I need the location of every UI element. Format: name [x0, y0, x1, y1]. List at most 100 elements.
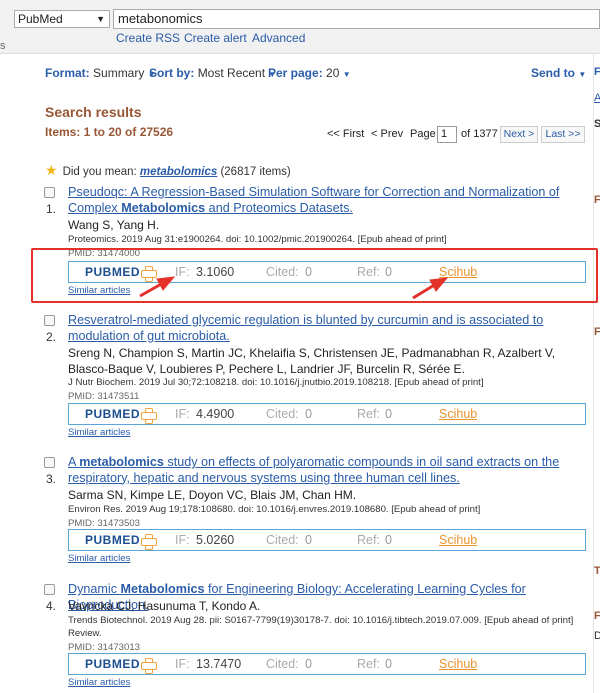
- ref-label: Ref:: [357, 533, 380, 547]
- chevron-down-icon: ▼: [96, 14, 105, 24]
- result-journal: J Nutr Biochem. 2019 Jul 30;72:108218. d…: [68, 377, 484, 388]
- send-to-label: Send to: [531, 66, 575, 80]
- pubmed-plus-icon: [141, 534, 157, 550]
- result-pmid: PMID: 31473013: [68, 642, 140, 653]
- ref-value: 0: [385, 533, 392, 547]
- pubmed-plus-icon: [141, 408, 157, 424]
- last-page-button[interactable]: Last >>: [541, 126, 585, 143]
- sort-value: Most Recent: [197, 66, 266, 80]
- database-select[interactable]: PubMed ▼: [14, 10, 110, 28]
- result-number: 1.: [46, 202, 57, 216]
- send-to-dropdown[interactable]: Send to ▼: [531, 66, 586, 80]
- result-checkbox[interactable]: [44, 187, 55, 198]
- if-label: IF:: [175, 407, 190, 421]
- result-authors: Vavricka CJ, Hasunuma T, Kondo A.: [68, 599, 261, 613]
- result-journal: Trends Biotechnol. 2019 Aug 28. pii: S01…: [68, 615, 574, 639]
- create-rss-link[interactable]: Create RSS: [116, 31, 180, 45]
- did-you-mean: ★ Did you mean: metabolomics (26817 items…: [45, 162, 291, 179]
- ref-label: Ref:: [357, 657, 380, 671]
- advanced-search-link[interactable]: Advanced: [252, 31, 305, 45]
- per-page-value: 20: [326, 66, 340, 80]
- if-label: IF:: [175, 533, 190, 547]
- if-value: 5.0260: [196, 533, 235, 547]
- right-panel-fragment[interactable]: A: [594, 92, 600, 104]
- highlight-box: [31, 248, 598, 303]
- right-panel-fragment: F: [594, 194, 600, 206]
- cited-value: 0: [305, 657, 312, 671]
- pubmed-logo: PUBMED: [85, 533, 141, 547]
- similar-articles-link[interactable]: Similar articles: [68, 553, 130, 564]
- page-total: of 1377: [461, 128, 498, 140]
- pubmed-plus-icon: [141, 658, 157, 674]
- scihub-link[interactable]: Scihub: [439, 407, 477, 421]
- result-checkbox[interactable]: [44, 315, 55, 326]
- next-page-button[interactable]: Next >: [500, 126, 538, 143]
- search-results-heading: Search results: [45, 104, 142, 120]
- result-journal: Proteomics. 2019 Aug 31:e1900264. doi: 1…: [68, 234, 447, 245]
- cited-label: Cited:: [266, 657, 299, 671]
- similar-articles-link[interactable]: Similar articles: [68, 677, 130, 688]
- did-you-mean-prefix: Did you mean:: [62, 166, 137, 178]
- did-you-mean-count: (26817 items): [220, 166, 291, 178]
- format-value: Summary: [93, 66, 145, 80]
- right-panel-fragment: T: [594, 565, 600, 577]
- display-settings-bar: Format: Summary ▼ Sort by: Most Recent ▼…: [0, 64, 590, 82]
- cited-value: 0: [305, 533, 312, 547]
- scihub-link[interactable]: Scihub: [439, 533, 477, 547]
- result-title-link[interactable]: Pseudoqc: A Regression-Based Simulation …: [68, 185, 588, 216]
- result-checkbox[interactable]: [44, 584, 55, 595]
- items-count: Items: 1 to 20 of 27526: [45, 125, 174, 139]
- format-dropdown[interactable]: Format: Summary ▼: [45, 66, 156, 80]
- result-metrics-bar: PUBMED IF: 13.7470 Cited: 0 Ref: 0 Scihu…: [68, 653, 586, 675]
- sort-label: Sort by:: [149, 66, 195, 80]
- result-number: 3.: [46, 472, 57, 486]
- database-select-value: PubMed: [18, 12, 63, 26]
- star-icon: ★: [45, 162, 58, 178]
- sort-dropdown[interactable]: Sort by: Most Recent ▼: [149, 66, 276, 80]
- cropped-text-fragment: s: [0, 40, 6, 52]
- result-title-link[interactable]: Resveratrol-mediated glycemic regulation…: [68, 313, 588, 344]
- create-alert-link[interactable]: Create alert: [184, 31, 247, 45]
- result-number: 4.: [46, 599, 57, 613]
- result-pmid: PMID: 31473503: [68, 518, 140, 529]
- result-journal: Environ Res. 2019 Aug 19;178:108680. doi…: [68, 504, 481, 515]
- prev-page-link[interactable]: < Prev: [371, 128, 403, 140]
- result-authors: Sreng N, Champion S, Martin JC, Khelaifi…: [68, 346, 556, 376]
- format-label: Format:: [45, 66, 90, 80]
- result-pmid: PMID: 31473511: [68, 391, 140, 402]
- result-metrics-bar: PUBMED IF: 4.4900 Cited: 0 Ref: 0 Scihub: [68, 403, 586, 425]
- cited-value: 0: [305, 407, 312, 421]
- pubmed-logo: PUBMED: [85, 407, 141, 421]
- right-panel-fragment: F: [594, 610, 600, 622]
- search-bar: PubMed ▼ metabonomics Create RSS Create …: [0, 0, 600, 54]
- result-authors: Wang S, Yang H.: [68, 218, 160, 232]
- first-page-link[interactable]: << First: [327, 128, 364, 140]
- page-label: Page: [410, 128, 436, 140]
- result-authors: Sarma SN, Kimpe LE, Doyon VC, Blais JM, …: [68, 488, 357, 502]
- cited-label: Cited:: [266, 533, 299, 547]
- if-value: 13.7470: [196, 657, 242, 671]
- if-label: IF:: [175, 657, 190, 671]
- result-metrics-bar: PUBMED IF: 5.0260 Cited: 0 Ref: 0 Scihub: [68, 529, 586, 551]
- if-value: 4.4900: [196, 407, 235, 421]
- suggested-term-link[interactable]: metabolomics: [140, 166, 217, 178]
- result-item: 4. Dynamic Metabolomics for Engineering …: [44, 582, 590, 693]
- result-checkbox[interactable]: [44, 457, 55, 468]
- per-page-dropdown[interactable]: Per page: 20 ▼: [268, 66, 351, 80]
- result-item: 3. A metabolomics study on effects of po…: [44, 455, 590, 575]
- right-panel-fragment: F: [594, 326, 600, 338]
- caret-down-icon: ▼: [578, 70, 587, 79]
- similar-articles-link[interactable]: Similar articles: [68, 427, 130, 438]
- page-number-input[interactable]: 1: [437, 126, 457, 143]
- result-title-link[interactable]: A metabolomics study on effects of polya…: [68, 455, 588, 486]
- right-column-divider: [593, 54, 594, 693]
- right-panel-fragment: S: [594, 118, 600, 130]
- result-number: 2.: [46, 330, 57, 344]
- scihub-link[interactable]: Scihub: [439, 657, 477, 671]
- per-page-label: Per page:: [268, 66, 323, 80]
- search-input[interactable]: metabonomics: [113, 9, 600, 29]
- right-panel-fragment: D: [594, 630, 600, 642]
- pubmed-logo: PUBMED: [85, 657, 141, 671]
- result-item: 2. Resveratrol-mediated glycemic regulat…: [44, 313, 590, 438]
- ref-value: 0: [385, 657, 392, 671]
